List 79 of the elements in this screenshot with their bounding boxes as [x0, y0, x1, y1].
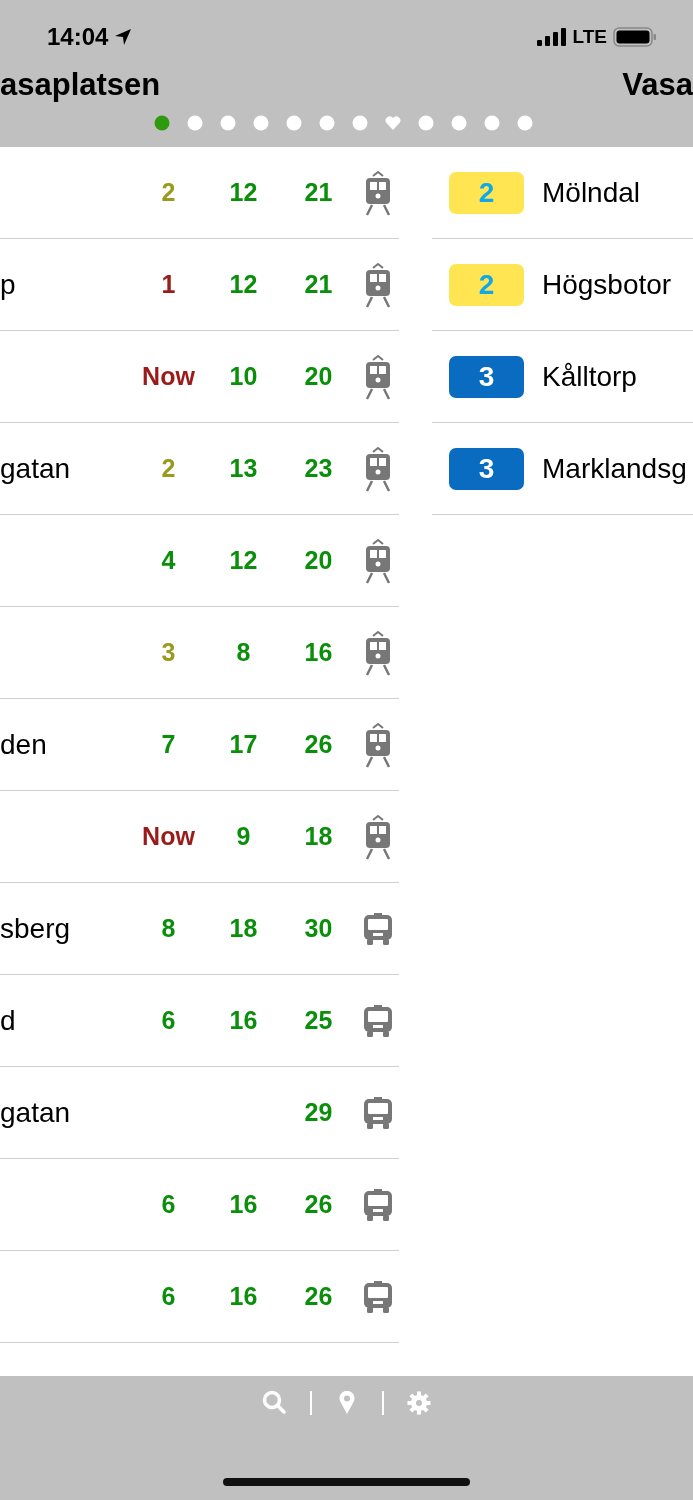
- departure-time: Now: [142, 822, 195, 851]
- departure-time: 25: [304, 1006, 333, 1035]
- page-dot[interactable]: [154, 115, 170, 131]
- destination-name: den: [0, 728, 47, 760]
- battery-icon: [613, 27, 657, 47]
- line-badge: 3: [449, 355, 524, 398]
- status-time: 14:04: [47, 23, 109, 51]
- departure-time: 26: [304, 730, 333, 759]
- departure-time: 2: [161, 178, 176, 207]
- bus-icon: [362, 1004, 393, 1037]
- destination-name: d: [0, 1004, 16, 1036]
- departure-time: 23: [304, 454, 333, 483]
- heart-icon[interactable]: [385, 115, 401, 131]
- departure-time: 10: [229, 362, 258, 391]
- bus-icon: [362, 1096, 393, 1129]
- departure-time: 8: [236, 638, 251, 667]
- network-label: LTE: [572, 26, 607, 48]
- departure-time: 16: [229, 1190, 258, 1219]
- stop-title: Vasa: [622, 67, 693, 103]
- departure-time: 6: [161, 1006, 176, 1035]
- page-dot[interactable]: [418, 115, 434, 131]
- departure-time: 1: [161, 270, 176, 299]
- destination-name: Marklandsg: [542, 452, 687, 485]
- destination-name: gatan: [0, 452, 71, 484]
- departure-time: 6: [161, 1282, 176, 1311]
- destination-name: Högsbotor: [542, 268, 672, 301]
- departure-time: 16: [229, 1006, 258, 1035]
- destination-name: p: [0, 268, 16, 300]
- line-badge: 2: [449, 171, 524, 214]
- departure-time: 26: [304, 1190, 333, 1219]
- destination-name: Kålltorp: [542, 360, 637, 393]
- location-pin-icon: [337, 1391, 356, 1415]
- departure-time: 9: [236, 822, 251, 851]
- departure-time: 4: [161, 546, 176, 575]
- departure-time: 26: [304, 1282, 333, 1311]
- departure-time: 20: [304, 362, 333, 391]
- signal-icon: [536, 28, 567, 46]
- departure-time: 7: [161, 730, 176, 759]
- line-badge: 2: [449, 263, 524, 306]
- page-dot[interactable]: [286, 115, 302, 131]
- page-dot[interactable]: [451, 115, 467, 131]
- settings-icon: [406, 1391, 431, 1415]
- departure-time: 21: [304, 178, 333, 207]
- stop-title: asaplatsen: [0, 67, 161, 103]
- departure-time: 13: [229, 454, 258, 483]
- departure-time: 8: [161, 914, 176, 943]
- departure-time: 2: [161, 454, 176, 483]
- departure-time: 18: [304, 822, 333, 851]
- departure-time: 12: [229, 546, 258, 575]
- location-arrow-icon: [114, 28, 133, 46]
- page-dot[interactable]: [352, 115, 368, 131]
- page-dot[interactable]: [319, 115, 335, 131]
- departure-time: 20: [304, 546, 333, 575]
- destination-name: Mölndal: [542, 176, 641, 209]
- departure-time: 16: [229, 1282, 258, 1311]
- page-dot[interactable]: [187, 115, 203, 131]
- home-indicator[interactable]: [223, 1478, 470, 1486]
- page-dot[interactable]: [517, 115, 533, 131]
- departure-time: Now: [142, 362, 195, 391]
- departure-time: 30: [304, 914, 333, 943]
- departure-time: 17: [229, 730, 258, 759]
- page-dot[interactable]: [220, 115, 236, 131]
- bus-icon: [362, 1280, 393, 1313]
- departure-time: 18: [229, 914, 258, 943]
- departure-time: 6: [161, 1190, 176, 1219]
- page-dot[interactable]: [484, 115, 500, 131]
- line-badge: 3: [449, 447, 524, 490]
- departure-time: 12: [229, 270, 258, 299]
- departure-time: 3: [161, 638, 176, 667]
- destination-name: gatan: [0, 1096, 71, 1128]
- destination-name: sberg: [0, 912, 71, 944]
- departure-time: 12: [229, 178, 258, 207]
- search-icon: [261, 1390, 288, 1416]
- bus-icon: [362, 1188, 393, 1221]
- page-dot[interactable]: [253, 115, 269, 131]
- departure-time: 29: [304, 1098, 333, 1127]
- departure-time: 21: [304, 270, 333, 299]
- bus-icon: [362, 912, 393, 945]
- departure-time: 16: [304, 638, 333, 667]
